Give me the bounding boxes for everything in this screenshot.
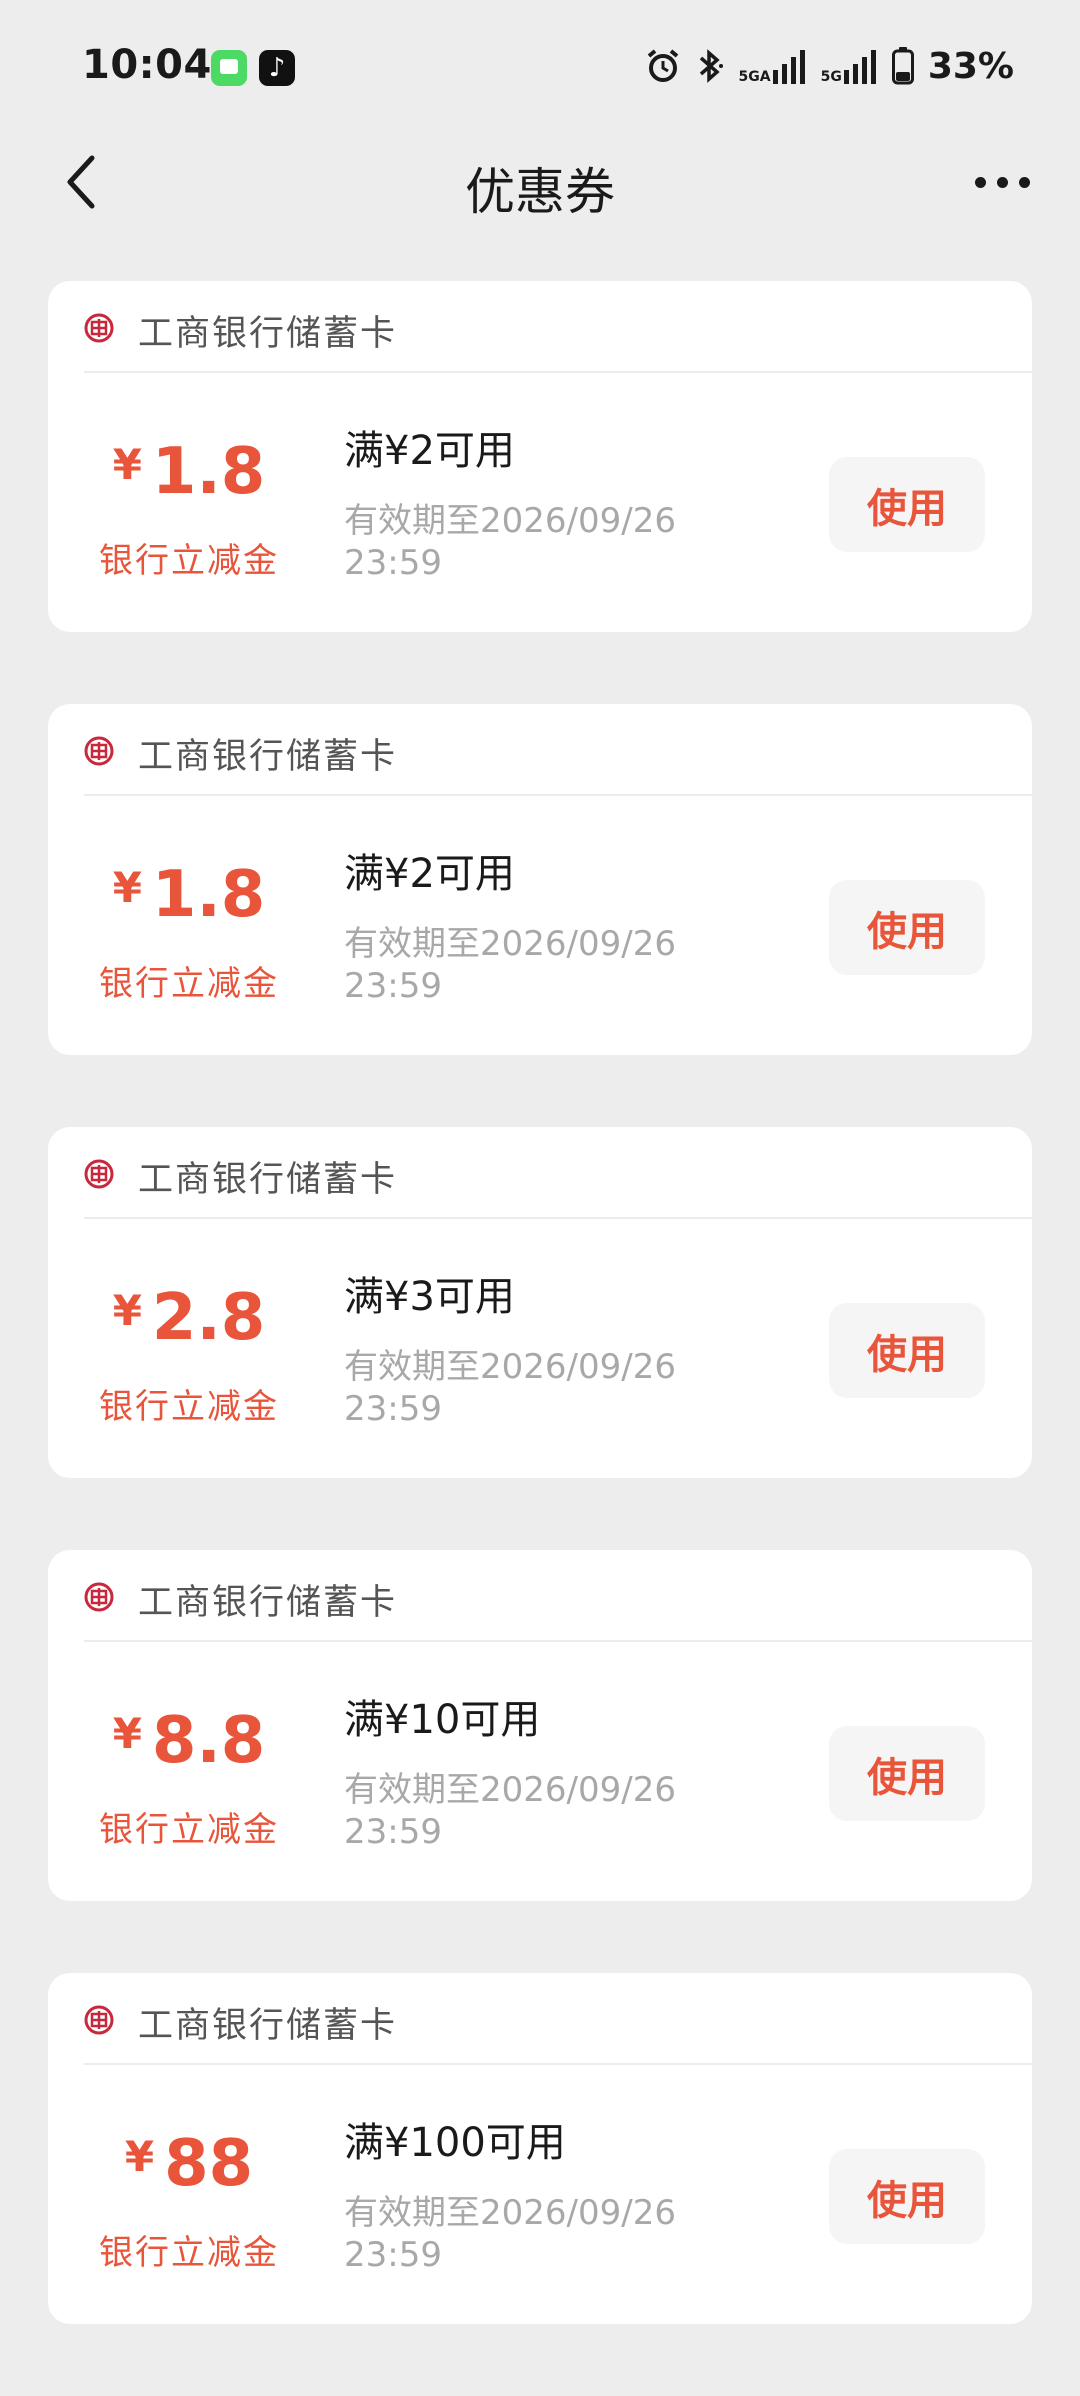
more-dot-icon	[996, 176, 1008, 188]
coupon-card-header: 工商银行储蓄卡	[84, 281, 1032, 373]
status-indicators: 5GA 5G 33%	[645, 44, 1014, 88]
coupon-card: 工商银行储蓄卡 ¥1.8 银行立减金 满¥2可用 有效期至2026/09/26 …	[48, 281, 1032, 632]
coupon-expiry: 有效期至2026/09/26 23:59	[344, 924, 676, 1006]
amount-block: ¥88 银行立减金	[48, 2065, 330, 2324]
more-dot-icon	[974, 176, 986, 188]
status-time: 10:04	[82, 42, 212, 88]
coupon-amount: 88	[164, 2127, 254, 2201]
coupon-card-header: 工商银行储蓄卡	[84, 704, 1032, 796]
alarm-icon	[645, 48, 681, 84]
amount-desc: 银行立减金	[99, 964, 279, 1004]
coupon-amount: 1.8	[151, 858, 266, 932]
bank-name: 工商银行储蓄卡	[138, 2006, 398, 2046]
coupon-list: 工商银行储蓄卡 ¥1.8 银行立减金 满¥2可用 有效期至2026/09/26 …	[48, 281, 1032, 2396]
coupon-condition: 满¥100可用	[344, 2120, 566, 2166]
battery-percent: 33%	[927, 45, 1014, 87]
coupon-expiry: 有效期至2026/09/26 23:59	[344, 1347, 676, 1429]
signal-bars-icon	[843, 50, 876, 84]
currency-symbol: ¥	[112, 1286, 142, 1335]
amount-desc: 银行立减金	[99, 1387, 279, 1427]
coupon-card-header: 工商银行储蓄卡	[84, 1127, 1032, 1219]
amount-block: ¥1.8 银行立减金	[48, 373, 330, 632]
bank-name: 工商银行储蓄卡	[138, 1160, 398, 1200]
use-button[interactable]: 使用	[829, 880, 985, 975]
icbc-logo-icon	[84, 313, 114, 343]
bank-name: 工商银行储蓄卡	[138, 314, 398, 354]
currency-symbol: ¥	[112, 863, 142, 912]
bank-name: 工商银行储蓄卡	[138, 737, 398, 777]
tiktok-app-icon: ♪	[259, 50, 295, 86]
icbc-logo-icon	[84, 2005, 114, 2035]
currency-symbol: ¥	[124, 2132, 155, 2181]
coupon-amount: 8.8	[151, 1704, 266, 1778]
coupon-condition: 满¥3可用	[344, 1274, 515, 1320]
coupon-expiry: 有效期至2026/09/26 23:59	[344, 1770, 676, 1852]
signal-bars-icon	[772, 50, 805, 84]
use-button[interactable]: 使用	[829, 457, 985, 552]
amount-desc: 银行立减金	[99, 541, 279, 581]
amount-desc: 银行立减金	[99, 2233, 279, 2273]
coupon-card: 工商银行储蓄卡 ¥2.8 银行立减金 满¥3可用 有效期至2026/09/26 …	[48, 1127, 1032, 1478]
coupon-condition: 满¥10可用	[344, 1697, 541, 1743]
icbc-logo-icon	[84, 736, 114, 766]
icbc-logo-icon	[84, 1582, 114, 1612]
currency-symbol: ¥	[112, 440, 142, 489]
coupon-expiry: 有效期至2026/09/26 23:59	[344, 2193, 676, 2275]
coupon-card: 工商银行储蓄卡 ¥1.8 银行立减金 满¥2可用 有效期至2026/09/26 …	[48, 704, 1032, 1055]
coupon-expiry: 有效期至2026/09/26 23:59	[344, 501, 676, 583]
messages-app-icon	[211, 50, 247, 86]
coupon-card: 工商银行储蓄卡 ¥8.8 银行立减金 满¥10可用 有效期至2026/09/26…	[48, 1550, 1032, 1901]
amount-block: ¥8.8 银行立减金	[48, 1642, 330, 1901]
use-button[interactable]: 使用	[829, 1303, 985, 1398]
use-button[interactable]: 使用	[829, 1726, 985, 1821]
amount-block: ¥2.8 银行立减金	[48, 1219, 330, 1478]
status-bar: 10:04 ♪ 5GA 5G 33%	[0, 0, 1080, 132]
coupon-amount: 2.8	[151, 1281, 266, 1355]
battery-icon	[891, 47, 914, 85]
coupon-condition: 满¥2可用	[344, 428, 515, 474]
currency-symbol: ¥	[112, 1709, 142, 1758]
signal-5ga: 5GA	[739, 48, 807, 84]
page-title: 优惠券	[465, 163, 615, 221]
coupon-condition: 满¥2可用	[344, 851, 515, 897]
more-options-button[interactable]	[962, 150, 1042, 214]
coupon-card-header: 工商银行储蓄卡	[84, 1550, 1032, 1642]
more-dot-icon	[1018, 176, 1030, 188]
amount-desc: 银行立减金	[99, 1810, 279, 1850]
coupon-card-header: 工商银行储蓄卡	[84, 1973, 1032, 2065]
use-button[interactable]: 使用	[829, 2149, 985, 2244]
amount-block: ¥1.8 银行立减金	[48, 796, 330, 1055]
bluetooth-icon	[695, 48, 725, 84]
bank-name: 工商银行储蓄卡	[138, 1583, 398, 1623]
coupon-amount: 1.8	[151, 435, 266, 509]
nav-bar: 优惠券	[0, 132, 1080, 232]
coupon-card: 工商银行储蓄卡 ¥88 银行立减金 满¥100可用 有效期至2026/09/26…	[48, 1973, 1032, 2324]
icbc-logo-icon	[84, 1159, 114, 1189]
signal-5g: 5G	[821, 48, 878, 84]
